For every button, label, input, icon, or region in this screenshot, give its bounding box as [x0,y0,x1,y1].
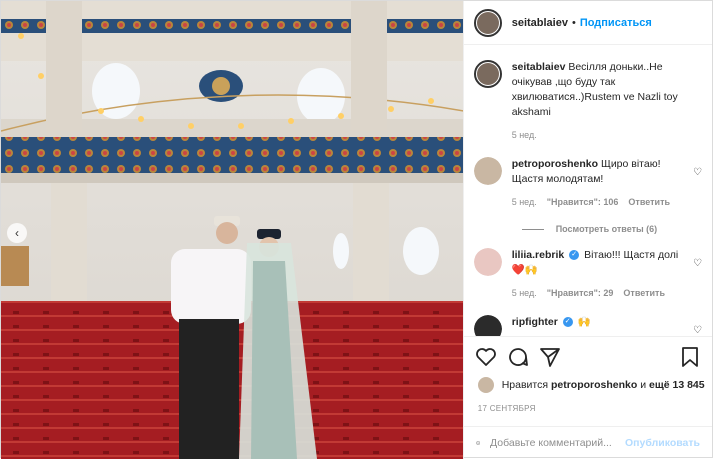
commenter-avatar[interactable] [474,315,502,336]
replies-divider [522,229,544,230]
comment-like-heart-icon[interactable]: ♡ [693,325,702,336]
comment-username[interactable]: petroporoshenko [512,158,598,170]
post-photo[interactable]: ‹ [1,1,463,459]
author-avatar[interactable] [474,9,502,37]
add-comment-input[interactable] [490,437,625,449]
save-bookmark-icon[interactable] [678,345,702,369]
caption-avatar[interactable] [474,60,502,88]
comment-item: petroporoshenko Щиро вітаю! Щастя молодя… [474,143,702,210]
post-date[interactable]: 17 СЕНТЯБРЯ [478,404,536,413]
previous-photo-button[interactable]: ‹ [7,223,27,243]
caption-comment: seitablaiev Весілля доньки..Не очікував … [474,46,702,143]
comment-likes[interactable]: "Нравится": 106 [547,195,619,210]
reply-button[interactable]: Ответить [623,286,665,301]
verified-badge-icon: ✓ [563,317,573,327]
separator-dot: • [572,17,576,29]
comment-username[interactable]: liliia.rebrik [512,249,565,261]
view-replies-button[interactable]: Посмотреть ответы (6) [522,224,702,234]
likes-prefix: Нравится [502,379,548,391]
reply-button[interactable]: Ответить [628,195,670,210]
comment-likes[interactable]: "Нравится": 29 [547,286,614,301]
wedding-photo-image [1,1,463,459]
commenter-avatar[interactable] [474,157,502,185]
likes-more[interactable]: ещё 13 845 [649,379,705,391]
comment-like-heart-icon[interactable]: ♡ [693,258,702,269]
publish-button[interactable]: Опубликовать [625,437,700,449]
comment-item: liliia.rebrik ✓ Вітаю!!! Щастя долі ❤️🙌 … [474,234,702,301]
comment-like-heart-icon[interactable]: ♡ [693,167,702,178]
likes-user[interactable]: petroporoshenko [551,379,637,391]
comment-username[interactable]: ripfighter [512,316,558,328]
caption-username[interactable]: seitablaiev [512,61,566,73]
verified-badge-icon: ✓ [569,250,579,260]
caption-time[interactable]: 5 нед. [512,128,537,143]
post-header: seitablaiev • Подписаться [464,1,712,45]
instagram-post: ‹ seitablaiev • Подписаться seitablaiev … [0,0,713,458]
commenter-avatar[interactable] [474,248,502,276]
share-plane-icon[interactable] [538,345,562,369]
comment-item: ripfighter ✓ 🙌 ♡ [474,301,702,336]
comment-bubble-icon[interactable] [506,345,530,369]
follow-button[interactable]: Подписаться [580,17,652,29]
comment-time[interactable]: 5 нед. [512,195,537,210]
like-heart-icon[interactable] [474,345,498,369]
likes-summary: Нравится petroporoshenko и ещё 13 845 [478,377,705,393]
liker-avatar[interactable] [478,377,494,393]
view-replies-label: Посмотреть ответы (6) [556,224,657,234]
author-username[interactable]: seitablaiev [512,17,568,29]
comments-list[interactable]: seitablaiev Весілля доньки..Не очікував … [464,46,712,336]
emoji-icon[interactable] [476,433,480,453]
add-comment-bar: Опубликовать [464,426,712,459]
action-bar [464,336,712,376]
post-sidebar: seitablaiev • Подписаться seitablaiev Ве… [463,1,712,459]
comment-time[interactable]: 5 нед. [512,286,537,301]
comment-text: 🙌 [578,316,591,328]
likes-and: и [640,379,646,391]
